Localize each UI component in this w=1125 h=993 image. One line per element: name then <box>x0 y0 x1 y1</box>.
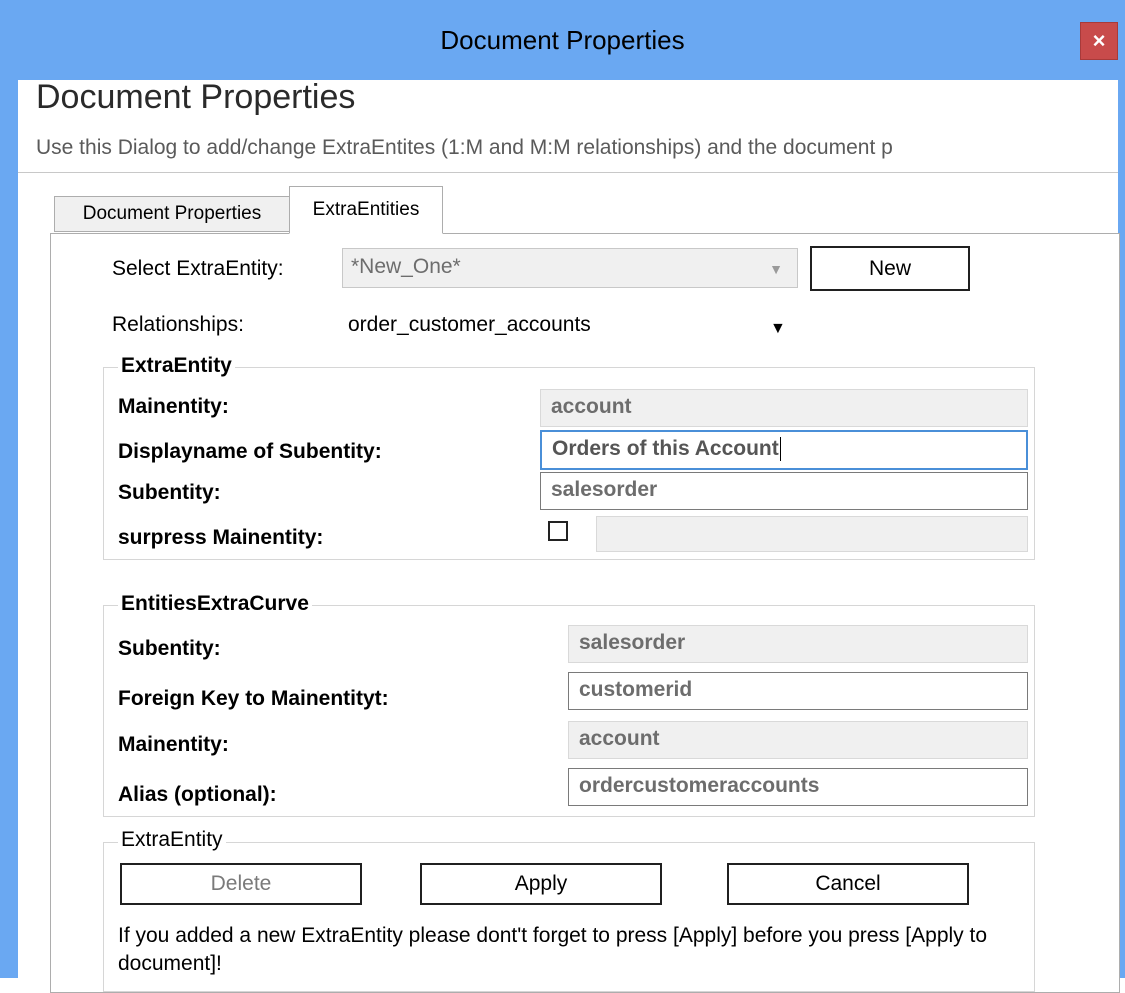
new-button[interactable]: New <box>810 246 970 291</box>
curve-subentity-field: salesorder <box>568 625 1028 663</box>
delete-button[interactable]: Delete <box>120 863 362 905</box>
surpress-mainentity-checkbox[interactable] <box>548 521 568 541</box>
displayname-subentity-input[interactable]: Orders of this Account <box>540 430 1028 470</box>
alias-label: Alias (optional): <box>118 783 277 806</box>
select-extraentity-combobox: *New_One* ▼ <box>342 248 798 288</box>
mainentity-label: Mainentity: <box>118 395 229 418</box>
select-extraentity-label: Select ExtraEntity: <box>112 257 284 280</box>
select-extraentity-value: *New_One* <box>351 255 461 278</box>
displayname-subentity-label: Displayname of Subentity: <box>118 440 382 463</box>
displayname-subentity-value: Orders of this Account <box>552 437 779 460</box>
curve-subentity-label: Subentity: <box>118 637 221 660</box>
surpress-mainentity-label: surpress Mainentity: <box>118 526 324 549</box>
text-caret <box>779 437 781 462</box>
relationships-label: Relationships: <box>112 313 244 336</box>
apply-reminder-note: If you added a new ExtraEntity please do… <box>118 924 988 975</box>
subentity-label: Subentity: <box>118 481 221 504</box>
cancel-button[interactable]: Cancel <box>727 863 969 905</box>
header-divider <box>18 172 1118 173</box>
foreign-key-label: Foreign Key to Mainentityt: <box>118 687 389 710</box>
foreign-key-input[interactable]: customerid <box>568 672 1028 710</box>
alias-input[interactable]: ordercustomeraccounts <box>568 768 1028 806</box>
chevron-down-icon: ▼ <box>769 261 783 277</box>
page-subheading: Use this Dialog to add/change ExtraEntit… <box>36 136 893 159</box>
mainentity-field: account <box>540 389 1028 427</box>
relationships-dropdown-arrow-icon[interactable]: ▼ <box>770 320 786 338</box>
apply-button[interactable]: Apply <box>420 863 662 905</box>
page-heading: Document Properties <box>36 78 356 116</box>
curve-mainentity-field: account <box>568 721 1028 759</box>
close-button[interactable]: × <box>1080 22 1118 60</box>
subentity-input[interactable]: salesorder <box>540 472 1028 510</box>
window-frame-left <box>0 80 18 978</box>
curve-mainentity-label: Mainentity: <box>118 733 229 756</box>
window-title: Document Properties <box>440 25 685 55</box>
actions-group-title: ExtraEntity <box>118 828 226 852</box>
extraentity-group-title: ExtraEntity <box>118 354 235 378</box>
relationships-dropdown[interactable]: order_customer_accounts <box>348 313 591 337</box>
tab-document-properties[interactable]: Document Properties <box>54 196 290 232</box>
entitiesextracurve-group-title: EntitiesExtraCurve <box>118 592 312 616</box>
tab-extraentities[interactable]: ExtraEntities <box>289 186 443 234</box>
surpress-mainentity-field <box>596 516 1028 552</box>
